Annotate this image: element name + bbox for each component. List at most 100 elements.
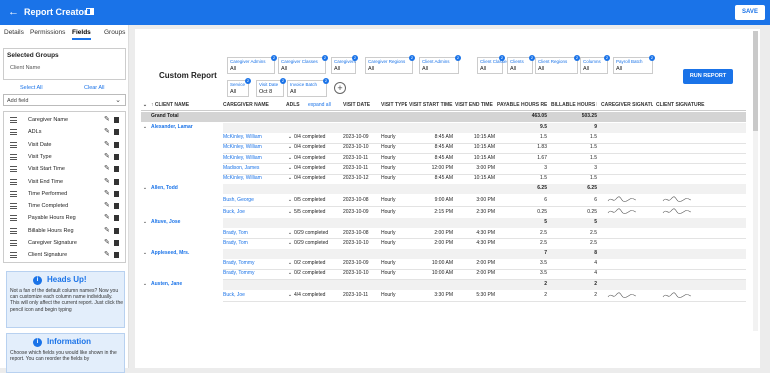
field-row[interactable]: Visit Type ✎: [4, 152, 125, 163]
filter-chip[interactable]: Caregiver Admins All 2: [227, 55, 277, 74]
drag-handle-icon[interactable]: [10, 240, 17, 246]
drag-handle-icon[interactable]: [10, 215, 17, 222]
add-field-select[interactable]: Add field ⌄: [3, 94, 126, 106]
filter-chip[interactable]: Visit Date Oct 8 2: [256, 78, 286, 97]
trash-icon[interactable]: [114, 117, 119, 123]
adl-chevron-icon[interactable]: ⌄: [286, 133, 294, 142]
pencil-icon[interactable]: ✎: [104, 250, 110, 258]
drag-handle-icon[interactable]: [10, 129, 17, 136]
trash-icon[interactable]: [114, 141, 119, 148]
caregiver-name-link[interactable]: McKinley, William: [223, 154, 283, 163]
tab-groups[interactable]: Groups: [104, 29, 125, 36]
drag-handle-icon[interactable]: [10, 141, 17, 148]
filter-chip[interactable]: Invoice Batch All 2: [287, 78, 329, 97]
pencil-icon[interactable]: ✎: [104, 226, 110, 234]
drag-handle-icon[interactable]: [10, 153, 17, 160]
trash-icon[interactable]: [114, 240, 119, 246]
clear-all-link[interactable]: Clear All: [84, 85, 104, 91]
trash-icon[interactable]: [114, 190, 119, 197]
field-row[interactable]: Caregiver Name ✎: [4, 115, 125, 126]
collapse-chevron-icon[interactable]: ⌄: [141, 184, 149, 193]
expand-all-link[interactable]: expand all: [308, 101, 342, 110]
field-row[interactable]: ADLs ✎: [4, 127, 125, 138]
field-row[interactable]: Client Signature ✎: [4, 250, 125, 261]
filter-chip[interactable]: Caregivers All 2: [331, 55, 358, 74]
filter-chip[interactable]: Client Admins All 2: [419, 55, 461, 74]
pencil-icon[interactable]: ✎: [104, 140, 110, 148]
pencil-icon[interactable]: ✎: [104, 201, 110, 209]
collapse-chevron-icon[interactable]: ⌄: [141, 249, 149, 258]
caregiver-name-link[interactable]: Madison, James: [223, 164, 283, 173]
caregiver-name-link[interactable]: Brady, Tom: [223, 239, 283, 248]
field-row[interactable]: Visit Date ✎: [4, 140, 125, 151]
selected-group-item[interactable]: Client Name: [10, 65, 40, 71]
filter-chip[interactable]: Client Classes All 2: [477, 55, 509, 74]
filter-chip[interactable]: Columns All 2: [580, 55, 610, 74]
caregiver-name-link[interactable]: Buck, Joe: [223, 291, 283, 300]
filter-chip[interactable]: Caregiver Classes All 2: [278, 55, 328, 74]
adl-chevron-icon[interactable]: ⌄: [286, 229, 294, 238]
trash-icon[interactable]: [114, 178, 119, 185]
adl-chevron-icon[interactable]: ⌄: [286, 259, 294, 268]
trash-icon[interactable]: [114, 129, 119, 136]
adl-chevron-icon[interactable]: ⌄: [286, 291, 294, 300]
trash-icon[interactable]: [114, 252, 119, 259]
adl-chevron-icon[interactable]: ⌄: [286, 239, 294, 248]
filter-chip[interactable]: Client Regions All 2: [535, 55, 580, 74]
drag-handle-icon[interactable]: [10, 166, 17, 173]
pencil-icon[interactable]: ✎: [104, 177, 110, 185]
run-report-button[interactable]: RUN REPORT: [683, 69, 733, 84]
tab-fields[interactable]: Fields: [72, 29, 91, 40]
pencil-icon[interactable]: ✎: [104, 238, 110, 246]
drag-handle-icon[interactable]: [10, 203, 17, 210]
caregiver-name-link[interactable]: McKinley, William: [223, 133, 283, 142]
tab-permissions[interactable]: Permissions: [30, 29, 65, 36]
trash-icon[interactable]: [114, 227, 119, 234]
caregiver-name-link[interactable]: Bush, George: [223, 196, 283, 205]
caregiver-name-link[interactable]: Brady, Tommy: [223, 259, 283, 268]
drag-handle-icon[interactable]: [10, 190, 17, 197]
trash-icon[interactable]: [114, 215, 119, 222]
filter-chip[interactable]: Service All 2: [227, 78, 251, 97]
add-filter-button[interactable]: +: [334, 82, 346, 94]
filter-chip[interactable]: Payroll Batch All 2: [613, 55, 655, 74]
caregiver-name-link[interactable]: McKinley, William: [223, 143, 283, 152]
pencil-icon[interactable]: ✎: [104, 189, 110, 197]
select-all-link[interactable]: Select All: [20, 85, 43, 91]
pencil-icon[interactable]: ✎: [104, 152, 110, 160]
pencil-icon[interactable]: ✎: [104, 164, 110, 172]
drag-handle-icon[interactable]: [10, 252, 17, 259]
field-row[interactable]: Visit End Time ✎: [4, 177, 125, 188]
trash-icon[interactable]: [114, 153, 119, 160]
field-row[interactable]: Time Completed ✎: [4, 201, 125, 212]
save-button[interactable]: SAVE: [735, 5, 765, 20]
adl-chevron-icon[interactable]: ⌄: [286, 208, 294, 217]
collapse-chevron-icon[interactable]: ⌄: [141, 280, 149, 289]
bookmark-icon[interactable]: [86, 8, 94, 15]
caregiver-name-link[interactable]: Brady, Tom: [223, 229, 283, 238]
field-row[interactable]: Caregiver Signature ✎: [4, 238, 125, 249]
pencil-icon[interactable]: ✎: [104, 115, 110, 123]
caregiver-name-link[interactable]: Buck, Joe: [223, 208, 283, 217]
scrollbar-thumb[interactable]: [753, 31, 758, 131]
back-arrow-icon[interactable]: ←: [8, 6, 19, 18]
trash-icon[interactable]: [114, 203, 119, 210]
pencil-icon[interactable]: ✎: [104, 213, 110, 221]
drag-handle-icon[interactable]: [10, 178, 17, 185]
adl-chevron-icon[interactable]: ⌄: [286, 164, 294, 173]
filter-chip[interactable]: Clients All 2: [507, 55, 535, 74]
drag-handle-icon[interactable]: [10, 227, 17, 234]
collapse-chevron-icon[interactable]: ⌄: [141, 218, 149, 227]
scrollbar[interactable]: [753, 31, 758, 331]
collapse-chevron-icon[interactable]: ⌄: [141, 123, 149, 132]
adl-chevron-icon[interactable]: ⌄: [286, 196, 294, 205]
field-row[interactable]: Payable Hours Reg ✎: [4, 213, 125, 224]
tab-details[interactable]: Details: [4, 29, 24, 36]
adl-chevron-icon[interactable]: ⌄: [286, 269, 294, 278]
adl-chevron-icon[interactable]: ⌄: [286, 154, 294, 163]
adl-chevron-icon[interactable]: ⌄: [286, 174, 294, 183]
pencil-icon[interactable]: ✎: [104, 127, 110, 135]
field-row[interactable]: Time Performed ✎: [4, 189, 125, 200]
caregiver-name-link[interactable]: McKinley, William: [223, 174, 283, 183]
field-row[interactable]: Billable Hours Reg ✎: [4, 226, 125, 237]
